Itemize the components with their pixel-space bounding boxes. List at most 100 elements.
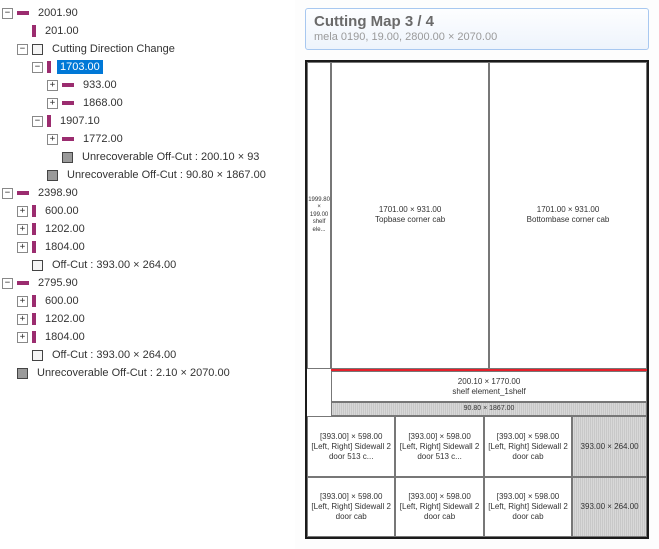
tree-item[interactable]: +1202.00: [2, 220, 295, 238]
tree-item[interactable]: − 1703.00: [2, 58, 295, 76]
piece-offcut[interactable]: 393.00 × 264.00: [572, 477, 647, 537]
tree-label: 1202.00: [42, 312, 88, 326]
tree-label: 201.00: [42, 24, 82, 38]
tree-label: 1804.00: [42, 330, 88, 344]
collapse-icon[interactable]: −: [2, 278, 13, 289]
tree-item[interactable]: − 1907.10: [2, 112, 295, 130]
piece-name: [Left, Right] Sidewall 2 door 513 c...: [398, 442, 480, 462]
tree-item[interactable]: − Cutting Direction Change: [2, 40, 295, 58]
piece-dim: [393.00] × 598.00: [320, 492, 383, 502]
piece-offcut-strip[interactable]: 90.80 × 1867.00: [331, 402, 647, 416]
tree-item[interactable]: 201.00: [2, 22, 295, 40]
square-icon: [32, 44, 43, 55]
collapse-icon[interactable]: −: [2, 8, 13, 19]
expand-icon[interactable]: +: [17, 242, 28, 253]
tree-item[interactable]: +1804.00: [2, 238, 295, 256]
collapse-icon[interactable]: −: [17, 44, 28, 55]
piece-dim: [393.00] × 598.00: [497, 432, 560, 442]
tree-item[interactable]: +1202.00: [2, 310, 295, 328]
vcut-icon: [32, 331, 36, 343]
tree-label: 600.00: [42, 294, 82, 308]
tree-label: Unrecoverable Off-Cut : 2.10 × 2070.00: [34, 366, 233, 380]
tree-label: 600.00: [42, 204, 82, 218]
expand-icon[interactable]: +: [47, 98, 58, 109]
piece-name: [Left, Right] Sidewall 2 door 513 c...: [310, 442, 392, 462]
piece-sidewall[interactable]: [393.00] × 598.00[Left, Right] Sidewall …: [395, 477, 483, 537]
map-title: Cutting Map 3 / 4: [314, 13, 640, 30]
cutting-map[interactable]: 1999.80 × 199.00 shelf ele... 1701.00 × …: [305, 60, 649, 539]
hcut-icon: [62, 101, 74, 105]
tree-item[interactable]: +1804.00: [2, 328, 295, 346]
tree-item[interactable]: −2795.90: [2, 274, 295, 292]
piece-sidewall[interactable]: [393.00] × 598.00[Left, Right] Sidewall …: [484, 477, 572, 537]
expand-icon[interactable]: +: [47, 134, 58, 145]
tree-item[interactable]: +1772.00: [2, 130, 295, 148]
tree-label: Cutting Direction Change: [49, 42, 178, 56]
expand-icon[interactable]: +: [17, 296, 28, 307]
vcut-icon: [47, 115, 51, 127]
tree-item[interactable]: − 2398.90: [2, 184, 295, 202]
collapse-icon[interactable]: −: [32, 62, 43, 73]
piece-shelf-left[interactable]: 1999.80 × 199.00 shelf ele...: [307, 62, 331, 369]
piece-sidewall[interactable]: [393.00] × 598.00[Left, Right] Sidewall …: [307, 477, 395, 537]
tree-label: 1202.00: [42, 222, 88, 236]
expand-icon[interactable]: +: [17, 206, 28, 217]
hcut-icon: [17, 11, 29, 15]
sheet-outline: 1999.80 × 199.00 shelf ele... 1701.00 × …: [305, 60, 649, 539]
tree-label: 933.00: [80, 78, 120, 92]
vcut-icon: [32, 295, 36, 307]
vcut-icon: [32, 241, 36, 253]
square-icon: [47, 170, 58, 181]
tree-label: 1804.00: [42, 240, 88, 254]
square-icon: [32, 260, 43, 271]
expand-icon[interactable]: +: [17, 224, 28, 235]
piece-name: [Left, Right] Sidewall 2 door cab: [487, 502, 569, 522]
map-subtitle: mela 0190, 19.00, 2800.00 × 2070.00: [314, 31, 640, 43]
tree-item[interactable]: −2001.90: [2, 4, 295, 22]
square-icon: [62, 152, 73, 163]
piece-dim: [393.00] × 598.00: [320, 432, 383, 442]
square-icon: [17, 368, 28, 379]
piece-dim: 200.10 × 1770.00: [458, 377, 521, 387]
piece-dim: 1701.00 × 931.00: [537, 205, 600, 215]
piece-topbase[interactable]: 1701.00 × 931.00 Topbase corner cab: [331, 62, 489, 369]
tree-item[interactable]: +933.00: [2, 76, 295, 94]
tree-label: 2398.90: [35, 186, 81, 200]
tree-item[interactable]: +600.00: [2, 202, 295, 220]
piece-name: shelf element_1shelf: [452, 387, 525, 397]
piece-name: [Left, Right] Sidewall 2 door cab: [487, 442, 569, 462]
tree-item[interactable]: Off-Cut : 393.00 × 264.00: [2, 256, 295, 274]
piece-dim: 393.00 × 264.00: [581, 442, 639, 452]
piece-sidewall[interactable]: [393.00] × 598.00[Left, Right] Sidewall …: [307, 416, 395, 476]
tree-item[interactable]: Off-Cut : 393.00 × 264.00: [2, 346, 295, 364]
piece-bottombase[interactable]: 1701.00 × 931.00 Bottombase corner cab: [489, 62, 647, 369]
tree-item[interactable]: +1868.00: [2, 94, 295, 112]
hcut-icon: [62, 137, 74, 141]
expand-icon[interactable]: +: [17, 314, 28, 325]
piece-dim: [393.00] × 598.00: [408, 492, 471, 502]
piece-dim: 90.80 × 1867.00: [464, 405, 515, 414]
tree-item[interactable]: Unrecoverable Off-Cut : 90.80 × 1867.00: [2, 166, 295, 184]
tree-label: Unrecoverable Off-Cut : 200.10 × 93: [79, 150, 262, 164]
piece-sidewall[interactable]: [393.00] × 598.00[Left, Right] Sidewall …: [395, 416, 483, 476]
tree-item[interactable]: +600.00: [2, 292, 295, 310]
piece-shelf-strip[interactable]: 200.10 × 1770.00 shelf element_1shelf: [331, 371, 647, 402]
collapse-icon[interactable]: −: [2, 188, 13, 199]
tree-label-selected: 1703.00: [57, 60, 103, 74]
expand-icon[interactable]: +: [47, 80, 58, 91]
cutting-tree[interactable]: −2001.90 201.00 −Cutting Direction Chang…: [2, 4, 295, 382]
collapse-icon[interactable]: −: [32, 116, 43, 127]
tree-item[interactable]: Unrecoverable Off-Cut : 2.10 × 2070.00: [2, 364, 295, 382]
vcut-icon: [47, 61, 51, 73]
piece-offcut[interactable]: 393.00 × 264.00: [572, 416, 647, 476]
tree-label: 1907.10: [57, 114, 103, 128]
hcut-icon: [17, 191, 29, 195]
tree-label: Off-Cut : 393.00 × 264.00: [49, 258, 179, 272]
square-icon: [32, 350, 43, 361]
piece-name: Bottombase corner cab: [527, 215, 610, 225]
vcut-icon: [32, 25, 36, 37]
piece-sidewall[interactable]: [393.00] × 598.00[Left, Right] Sidewall …: [484, 416, 572, 476]
expand-icon[interactable]: +: [17, 332, 28, 343]
tree-item[interactable]: Unrecoverable Off-Cut : 200.10 × 93: [2, 148, 295, 166]
piece-name: shelf ele...: [310, 219, 328, 234]
